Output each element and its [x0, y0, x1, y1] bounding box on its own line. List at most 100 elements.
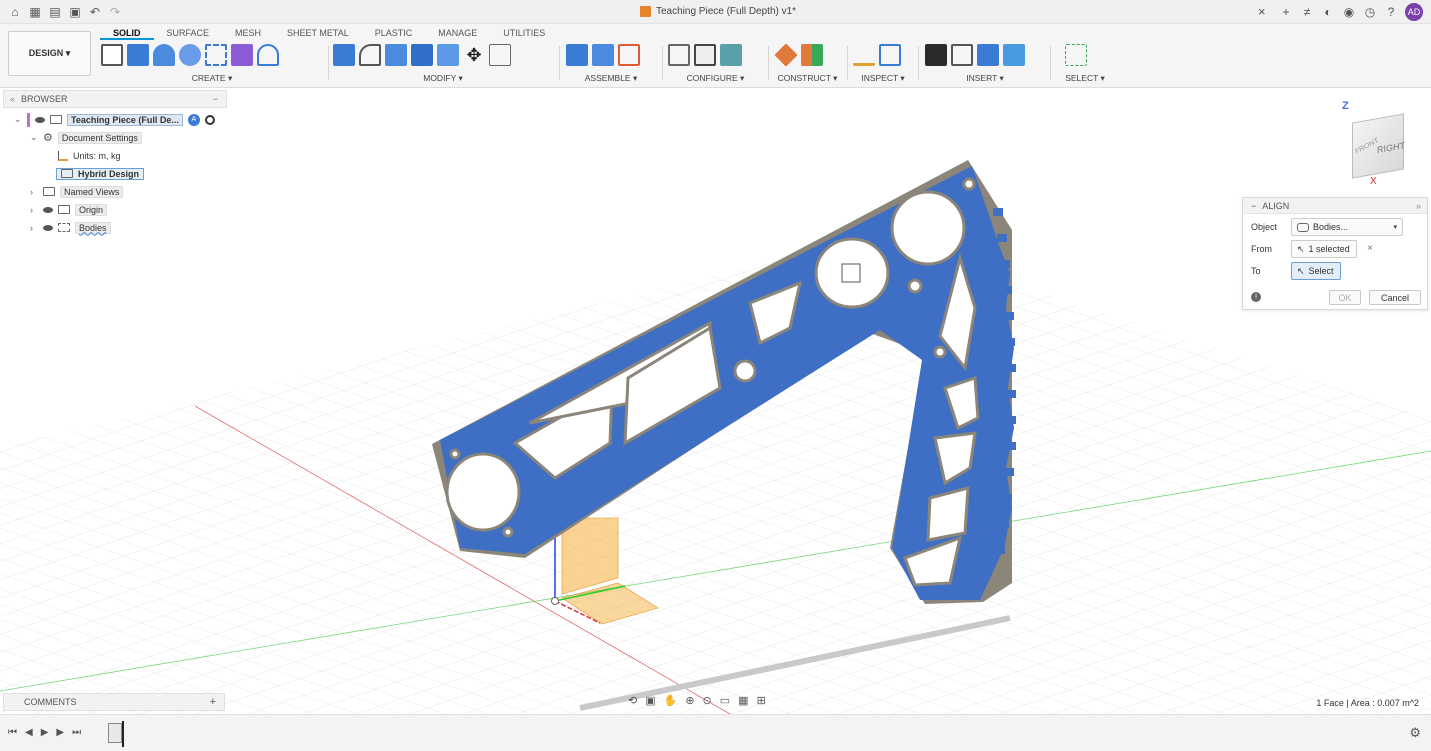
fit-icon[interactable]: ⊙	[703, 694, 712, 707]
tab-surface[interactable]: SURFACE	[154, 26, 223, 40]
insert-mesh-icon[interactable]	[951, 44, 973, 66]
from-selection[interactable]: ↖ 1 selected	[1291, 240, 1357, 258]
activate-icon[interactable]: A	[187, 113, 200, 126]
form-icon[interactable]	[231, 44, 253, 66]
measure-icon[interactable]	[853, 44, 875, 66]
offset-plane-icon[interactable]	[774, 43, 798, 67]
zoom-icon[interactable]: ⊕	[685, 694, 694, 707]
press-pull-icon[interactable]	[333, 44, 355, 66]
extensions-icon[interactable]: ≠	[1300, 5, 1314, 19]
table-icon[interactable]	[694, 44, 716, 66]
grid-settings-icon[interactable]: ▦	[738, 694, 748, 707]
close-tab-icon[interactable]: ×	[1258, 4, 1266, 19]
create-menu[interactable]: CREATE ▾	[101, 73, 323, 84]
tab-manage[interactable]: MANAGE	[425, 26, 490, 40]
insert-svg-icon[interactable]	[925, 44, 947, 66]
revolve-icon[interactable]	[153, 44, 175, 66]
chevron-down-icon[interactable]: ⌄	[30, 132, 38, 143]
tab-utilities[interactable]: UTILITIES	[490, 26, 558, 40]
notifications-icon[interactable]: ◉	[1342, 5, 1356, 19]
new-component-icon[interactable]	[592, 44, 614, 66]
assemble-menu[interactable]: ASSEMBLE ▾	[566, 73, 656, 84]
visibility-icon[interactable]	[43, 224, 53, 231]
orbit-icon[interactable]: ⟲	[628, 694, 637, 707]
viewcube[interactable]: Z FRONT RIGHT X	[1340, 100, 1420, 190]
avatar[interactable]: AD	[1405, 3, 1423, 21]
ok-button[interactable]: OK	[1329, 290, 1361, 305]
viewport[interactable]	[0, 88, 1431, 714]
modify-menu[interactable]: MODIFY ▾	[333, 73, 553, 84]
tab-plastic[interactable]: PLASTIC	[362, 26, 426, 40]
grid-menu-icon[interactable]: ▦	[28, 5, 42, 19]
configure-rule-icon[interactable]	[720, 44, 742, 66]
move-icon[interactable]: ✥	[463, 44, 485, 66]
interference-icon[interactable]	[879, 44, 901, 66]
visibility-icon[interactable]	[43, 206, 53, 213]
insert-mcmaster-icon[interactable]	[977, 44, 999, 66]
joint-icon[interactable]	[566, 44, 588, 66]
undo-icon[interactable]: ↶	[88, 5, 102, 19]
browser-units[interactable]: Units: m, kg	[58, 148, 121, 163]
redo-icon[interactable]: ↷	[108, 5, 122, 19]
display-settings-icon[interactable]: ▭	[720, 694, 730, 707]
step-back-icon[interactable]: ◀	[25, 727, 33, 738]
midplane-icon[interactable]	[801, 44, 823, 66]
radio-icon[interactable]	[204, 114, 215, 125]
add-comment-button[interactable]: +	[210, 696, 216, 708]
home-icon[interactable]: ⌂	[8, 5, 22, 19]
select-box-icon[interactable]	[1065, 44, 1087, 66]
clock-icon[interactable]: ◷	[1363, 5, 1377, 19]
to-selection[interactable]: ↖ Select	[1291, 262, 1341, 280]
browser-hybrid-design[interactable]: Hybrid Design	[56, 166, 145, 181]
browser-root-item[interactable]: ⌄ Teaching Piece (Full De... A	[14, 112, 215, 127]
browser-bodies[interactable]: › Bodies	[30, 220, 111, 235]
configure-menu[interactable]: CONFIGURE ▾	[668, 73, 763, 84]
clear-selection-icon[interactable]: ×	[1367, 243, 1373, 254]
shell-icon[interactable]	[411, 44, 433, 66]
pattern-icon[interactable]	[205, 44, 227, 66]
tab-mesh[interactable]: MESH	[222, 26, 274, 40]
canvas-icon[interactable]	[1003, 44, 1025, 66]
look-at-icon[interactable]: ▣	[645, 694, 655, 707]
create-sketch-icon[interactable]	[101, 44, 123, 66]
viewcube-right-face[interactable]: RIGHT	[1377, 140, 1405, 155]
job-status-icon[interactable]: ◐	[1321, 5, 1335, 19]
design-workspace-button[interactable]: DESIGN ▾	[8, 31, 91, 76]
combine-icon[interactable]	[437, 44, 459, 66]
chamfer-icon[interactable]	[385, 44, 407, 66]
info-icon[interactable]: i	[1251, 292, 1261, 302]
timeline-feature-icon[interactable]	[108, 723, 122, 743]
minimize-browser-icon[interactable]: −	[213, 94, 218, 104]
construct-menu[interactable]: CONSTRUCT ▾	[775, 73, 840, 84]
visibility-icon[interactable]	[35, 116, 45, 123]
viewports-icon[interactable]: ⊞	[757, 694, 766, 707]
configure-icon[interactable]	[668, 44, 690, 66]
chevron-right-icon[interactable]: ›	[30, 205, 38, 215]
fillet-icon[interactable]	[359, 44, 381, 66]
save-icon[interactable]: ▣	[68, 5, 82, 19]
hole-icon[interactable]	[179, 44, 201, 66]
expand-dialog-icon[interactable]: »	[1416, 201, 1421, 211]
play-icon[interactable]: ▶	[41, 727, 49, 738]
derive-icon[interactable]	[257, 44, 279, 66]
pan-icon[interactable]: ✋	[664, 694, 678, 707]
step-forward-icon[interactable]: ▶	[56, 727, 64, 738]
cancel-button[interactable]: Cancel	[1369, 290, 1421, 305]
tab-solid[interactable]: SOLID	[100, 26, 154, 40]
change-parameters-icon[interactable]	[489, 44, 511, 66]
inspect-menu[interactable]: INSPECT ▾	[853, 73, 913, 84]
collapse-browser-icon[interactable]: «	[4, 94, 21, 104]
gear-icon[interactable]: ⚙	[1409, 725, 1421, 741]
new-tab-icon[interactable]: +	[1279, 5, 1293, 19]
tab-sheet-metal[interactable]: SHEET METAL	[274, 26, 362, 40]
insert-menu[interactable]: INSERT ▾	[925, 73, 1045, 84]
chevron-down-icon[interactable]: ⌄	[14, 114, 22, 125]
as-built-joint-icon[interactable]	[618, 44, 640, 66]
browser-document-settings[interactable]: ⌄ ⚙ Document Settings	[30, 130, 142, 145]
go-to-start-icon[interactable]: ⏮	[8, 727, 17, 738]
chevron-right-icon[interactable]: ›	[30, 187, 38, 197]
extrude-icon[interactable]	[127, 44, 149, 66]
help-icon[interactable]: ?	[1384, 5, 1398, 19]
browser-origin[interactable]: › Origin	[30, 202, 108, 217]
viewcube-front-face[interactable]: FRONT	[1355, 137, 1380, 155]
